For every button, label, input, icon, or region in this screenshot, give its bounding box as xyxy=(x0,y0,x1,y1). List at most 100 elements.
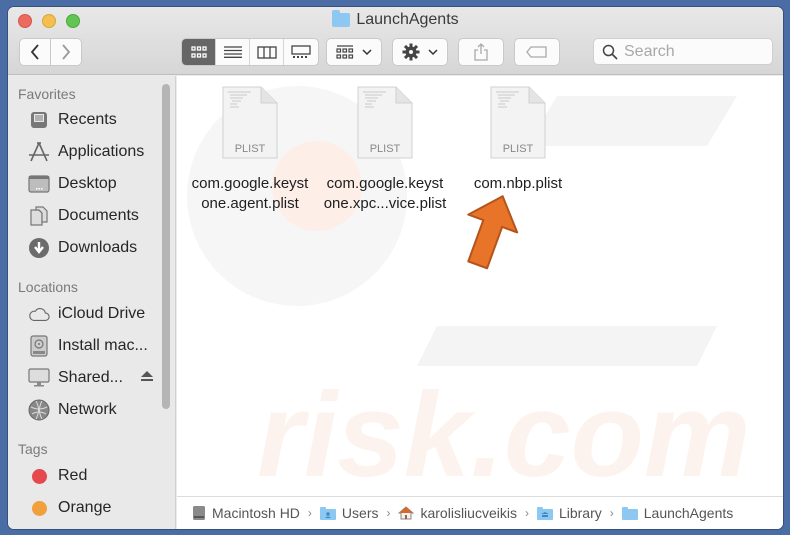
search-field[interactable] xyxy=(593,38,773,65)
chevron-right-icon: › xyxy=(524,506,529,520)
file-item[interactable]: PLIST com.nbp.plist xyxy=(453,86,583,194)
locations-header: Locations xyxy=(18,279,78,295)
group-by-button[interactable] xyxy=(326,38,382,66)
applications-icon xyxy=(28,141,50,163)
tags-header: Tags xyxy=(18,441,48,457)
share-icon xyxy=(474,43,488,61)
tag-dot-red-icon xyxy=(28,465,50,487)
cloud-icon xyxy=(28,303,50,325)
gallery-view-icon xyxy=(291,45,311,58)
favorites-header: Favorites xyxy=(18,86,76,102)
path-item-label: Library xyxy=(558,505,602,521)
recents-icon xyxy=(28,109,50,131)
path-item-label: karolisliucveikis xyxy=(420,505,517,521)
file-name-line1: com.google.keyst xyxy=(191,175,309,192)
path-item-library[interactable]: Library xyxy=(536,505,602,521)
sidebar-item-label: Recents xyxy=(58,111,117,128)
sidebar-item-label: Applications xyxy=(58,143,145,160)
chevron-right-icon: › xyxy=(386,506,391,520)
library-folder-icon xyxy=(536,506,553,520)
sidebar-item-network[interactable]: Network xyxy=(28,397,117,423)
icon-view-icon xyxy=(190,46,207,58)
column-view-icon xyxy=(256,45,277,59)
icon-view-button[interactable] xyxy=(182,39,216,65)
sidebar-item-label: Shared... xyxy=(58,369,123,386)
sidebar-item-label: Network xyxy=(58,401,117,418)
svg-text:risk.com: risk.com xyxy=(257,368,751,496)
hard-drive-icon xyxy=(193,506,205,520)
back-button[interactable] xyxy=(19,38,51,66)
sidebar-item-label: Red xyxy=(58,467,88,484)
chevron-down-icon xyxy=(428,48,438,55)
path-item-macintosh-hd[interactable]: Macintosh HD xyxy=(192,505,300,521)
forward-button[interactable] xyxy=(50,38,82,66)
gear-icon xyxy=(402,43,420,61)
sidebar-item-desktop[interactable]: Desktop xyxy=(28,171,117,197)
chevron-right-icon: › xyxy=(609,506,614,520)
documents-icon xyxy=(28,205,50,227)
sidebar-item-label: Install mac... xyxy=(58,337,148,354)
sidebar-item-applications[interactable]: Applications xyxy=(28,139,144,165)
view-mode-control xyxy=(181,38,319,66)
path-item-users[interactable]: Users xyxy=(319,505,379,521)
file-browser: risk.com PLIST com.google.keyst one.agen… xyxy=(177,76,783,496)
path-item-home[interactable]: karolisliucveikis xyxy=(398,505,517,521)
file-name-line2: one.agent.plist xyxy=(201,195,299,212)
list-view-button[interactable] xyxy=(216,39,250,65)
search-icon xyxy=(602,44,618,60)
file-item[interactable]: PLIST com.google.keyst one.agent.plist xyxy=(185,86,315,214)
sidebar-item-downloads[interactable]: Downloads xyxy=(28,235,137,261)
path-item-label: Users xyxy=(341,505,379,521)
window-title-text: LaunchAgents xyxy=(356,11,459,28)
file-name-line2: one.xpc...vice.plist xyxy=(323,195,447,212)
sidebar-item-label: Downloads xyxy=(58,239,138,256)
column-view-button[interactable] xyxy=(250,39,284,65)
sidebar: Favorites Recents Applications Desktop D… xyxy=(8,76,176,529)
sidebar-item-label: iCloud Drive xyxy=(58,305,146,322)
chevron-left-icon xyxy=(30,44,39,60)
sidebar-item-shared[interactable]: Shared... xyxy=(28,365,153,391)
file-name-line1: com.google.keyst xyxy=(326,175,444,192)
plist-file-icon: PLIST xyxy=(222,86,278,159)
path-item-label: Macintosh HD xyxy=(212,505,300,521)
file-name: com.google.keyst one.xpc...vice.plist xyxy=(320,174,450,214)
network-icon xyxy=(28,399,50,421)
gallery-view-button[interactable] xyxy=(284,39,318,65)
sidebar-item-documents[interactable]: Documents xyxy=(28,203,139,229)
sidebar-item-label: Orange xyxy=(58,499,112,516)
orange-arrow-annotation xyxy=(467,195,519,270)
titlebar: LaunchAgents xyxy=(8,7,783,75)
sidebar-item-tag-red[interactable]: Red xyxy=(28,463,87,489)
file-item[interactable]: PLIST com.google.keyst one.xpc...vice.pl… xyxy=(320,86,450,214)
plist-file-icon: PLIST xyxy=(490,86,546,159)
file-name: com.google.keyst one.agent.plist xyxy=(185,174,315,214)
chevron-down-icon xyxy=(362,48,372,55)
file-type-label: PLIST xyxy=(503,143,534,155)
sidebar-item-recents[interactable]: Recents xyxy=(28,107,117,133)
sidebar-item-install-macos[interactable]: Install mac... xyxy=(28,333,148,359)
home-icon xyxy=(398,506,415,520)
chevron-right-icon: › xyxy=(307,506,312,520)
tag-button[interactable] xyxy=(514,38,560,66)
sidebar-item-label: Documents xyxy=(58,207,139,224)
sidebar-item-label: Desktop xyxy=(58,175,117,192)
action-menu-button[interactable] xyxy=(392,38,448,66)
search-input[interactable] xyxy=(624,42,764,61)
path-item-label: LaunchAgents xyxy=(643,505,734,521)
group-by-icon xyxy=(336,45,354,59)
window-title: LaunchAgents xyxy=(8,10,783,29)
downloads-icon xyxy=(28,237,50,259)
disk-image-icon xyxy=(28,335,50,357)
path-item-launchagents[interactable]: LaunchAgents xyxy=(621,505,734,521)
display-icon xyxy=(28,367,50,389)
list-view-icon xyxy=(223,46,242,58)
folder-icon xyxy=(621,506,638,520)
sidebar-scrollbar[interactable] xyxy=(162,84,170,409)
folder-icon xyxy=(332,10,351,27)
sidebar-item-tag-orange[interactable]: Orange xyxy=(28,495,111,521)
sidebar-item-icloud-drive[interactable]: iCloud Drive xyxy=(28,301,145,327)
users-folder-icon xyxy=(319,506,336,520)
finder-window: LaunchAgents Search Favorites Recents Ap… xyxy=(8,7,783,529)
eject-icon[interactable] xyxy=(140,369,153,387)
share-button[interactable] xyxy=(458,38,504,66)
